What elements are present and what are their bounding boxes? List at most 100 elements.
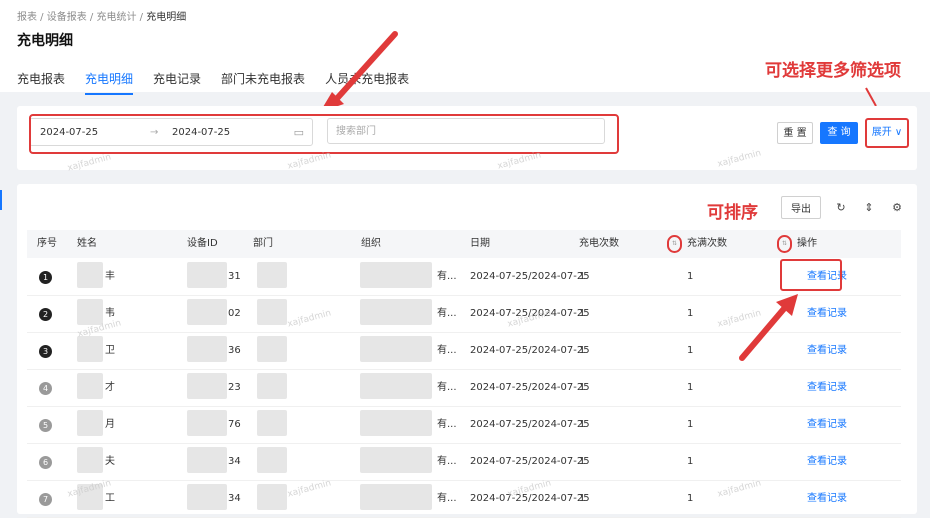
- cell-organization: 有...: [437, 456, 457, 467]
- cell-date: 2024-07-25/2024-07-25: [470, 271, 590, 282]
- redacted-cell: [257, 410, 287, 436]
- cell-date: 2024-07-25/2024-07-25: [470, 345, 590, 356]
- cell-charge-count: 1: [579, 493, 586, 504]
- redacted-cell: [187, 336, 227, 362]
- cell-name: 丰: [105, 271, 115, 282]
- filter-panel: 2024-07-25 → 2024-07-25 ▭ 搜索部门 重 置 查 询 展…: [17, 106, 917, 174]
- settings-icon[interactable]: ⚙: [889, 201, 905, 214]
- redacted-cell: [257, 299, 287, 325]
- redacted-cell: [360, 336, 432, 362]
- redacted-cell: [77, 299, 103, 325]
- col-device-id: 设备ID: [187, 238, 218, 249]
- cell-charge-count: 1: [579, 345, 586, 356]
- redacted-cell: [77, 447, 103, 473]
- cell-full-count: 1: [687, 271, 694, 282]
- sort-charge-count-icon[interactable]: ⇅: [667, 235, 682, 253]
- redacted-cell: [187, 262, 227, 288]
- annotation-view-record-highlight: [780, 259, 842, 291]
- cell-device-id: 23: [228, 382, 241, 393]
- cell-organization: 有...: [437, 308, 457, 319]
- annotation-filter-highlight: [29, 114, 619, 154]
- annotation-sortable: 可排序: [707, 203, 758, 223]
- col-charge-count: 充电次数: [579, 238, 619, 249]
- table-header: 序号 姓名 设备ID 部门 组织 日期 充电次数 ⇅ 充满次数 ⇅ 操作: [27, 230, 901, 258]
- col-name: 姓名: [77, 238, 97, 249]
- sidebar-indicator: [0, 190, 2, 210]
- sort-full-count-icon[interactable]: ⇅: [777, 235, 792, 253]
- redacted-cell: [360, 447, 432, 473]
- redacted-cell: [360, 299, 432, 325]
- redacted-cell: [360, 484, 432, 510]
- query-button[interactable]: 查 询: [820, 122, 858, 144]
- export-button[interactable]: 导出: [781, 196, 821, 219]
- row-index-badge: 2: [39, 308, 52, 321]
- annotation-arrow-view: [739, 294, 798, 361]
- view-record-link[interactable]: 查看记录: [807, 480, 847, 517]
- cell-name: 才: [105, 382, 115, 393]
- col-index: 序号: [37, 238, 57, 249]
- cell-full-count: 1: [687, 308, 694, 319]
- row-index-badge: 3: [39, 345, 52, 358]
- cell-device-id: 34: [228, 456, 241, 467]
- redacted-cell: [77, 262, 103, 288]
- view-record-link[interactable]: 查看记录: [807, 332, 847, 369]
- cell-full-count: 1: [687, 345, 694, 356]
- cell-charge-count: 1: [579, 456, 586, 467]
- cell-organization: 有...: [437, 271, 457, 282]
- annotation-arrows: [321, 31, 877, 110]
- watermark: xajfadmin: [66, 152, 113, 174]
- redacted-cell: [257, 336, 287, 362]
- view-record-link[interactable]: 查看记录: [807, 369, 847, 406]
- cell-device-id: 76: [228, 419, 241, 430]
- column-height-icon[interactable]: ⇕: [861, 201, 877, 214]
- col-full-count: 充满次数: [687, 238, 727, 249]
- table-toolbar: 导出 ↻ ⇕ ⚙: [781, 196, 905, 219]
- cell-full-count: 1: [687, 419, 694, 430]
- redacted-cell: [77, 373, 103, 399]
- cell-full-count: 1: [687, 493, 694, 504]
- watermark: xajfadmin: [716, 148, 763, 170]
- expand-button[interactable]: 展开 ∨: [865, 118, 909, 148]
- col-organization: 组织: [361, 238, 381, 249]
- cell-device-id: 34: [228, 493, 241, 504]
- cell-charge-count: 1: [579, 308, 586, 319]
- row-index-badge: 1: [39, 271, 52, 284]
- redacted-cell: [257, 447, 287, 473]
- table-row: 6 夫 34 有... 2024-07-25/2024-07-25 1 1 查看记录: [27, 443, 901, 481]
- redacted-cell: [360, 373, 432, 399]
- cell-date: 2024-07-25/2024-07-25: [470, 419, 590, 430]
- cell-charge-count: 1: [579, 382, 586, 393]
- redacted-cell: [257, 262, 287, 288]
- redacted-cell: [77, 410, 103, 436]
- redacted-cell: [360, 410, 432, 436]
- redacted-cell: [187, 484, 227, 510]
- row-index-badge: 7: [39, 493, 52, 506]
- col-date: 日期: [470, 238, 490, 249]
- cell-charge-count: 1: [579, 271, 586, 282]
- redacted-cell: [187, 447, 227, 473]
- redacted-cell: [257, 484, 287, 510]
- cell-date: 2024-07-25/2024-07-25: [470, 382, 590, 393]
- redacted-cell: [187, 410, 227, 436]
- redacted-cell: [360, 262, 432, 288]
- refresh-icon[interactable]: ↻: [833, 201, 849, 214]
- cell-device-id: 02: [228, 308, 241, 319]
- view-record-link[interactable]: 查看记录: [807, 406, 847, 443]
- row-index-badge: 5: [39, 419, 52, 432]
- table-row: 7 工 34 有... 2024-07-25/2024-07-25 1 1 查看记录: [27, 480, 901, 518]
- row-index-badge: 4: [39, 382, 52, 395]
- view-record-link[interactable]: 查看记录: [807, 443, 847, 480]
- cell-name: 夫: [105, 456, 115, 467]
- reset-button[interactable]: 重 置: [777, 122, 813, 144]
- cell-full-count: 1: [687, 382, 694, 393]
- redacted-cell: [187, 373, 227, 399]
- cell-date: 2024-07-25/2024-07-25: [470, 456, 590, 467]
- table-row: 5 月 76 有... 2024-07-25/2024-07-25 1 1 查看记录: [27, 406, 901, 444]
- table-row: 4 才 23 有... 2024-07-25/2024-07-25 1 1 查看记录: [27, 369, 901, 407]
- redacted-cell: [77, 336, 103, 362]
- redacted-cell: [187, 299, 227, 325]
- view-record-link[interactable]: 查看记录: [807, 295, 847, 332]
- row-index-badge: 6: [39, 456, 52, 469]
- page-header: 报表 / 设备报表 / 充电统计 / 充电明细 充电明细 充电报表 充电明细 充…: [0, 0, 930, 110]
- col-actions: 操作: [797, 238, 817, 249]
